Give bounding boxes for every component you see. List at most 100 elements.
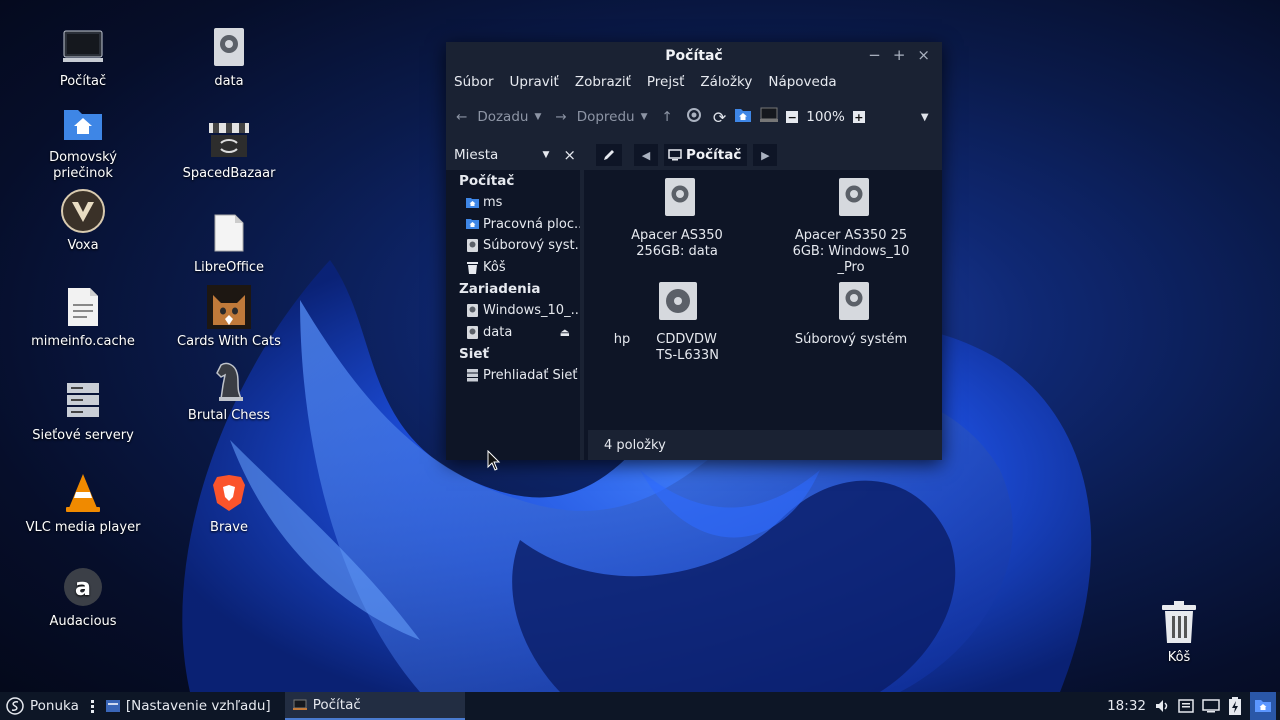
desktop-icon-label: Počítač <box>59 74 107 89</box>
notifications-icon[interactable] <box>1178 698 1194 714</box>
pencil-icon <box>604 150 614 160</box>
desktop-icon-mimeinfo[interactable]: mimeinfo.cache <box>13 284 153 350</box>
show-desktop-button[interactable] <box>1250 692 1276 720</box>
taskbar-task-computer[interactable]: Počítač <box>284 692 465 720</box>
settings-window-icon <box>105 700 120 712</box>
desktop-icon-brutal-chess[interactable]: Brutal Chess <box>159 358 299 424</box>
breadcrumb-computer[interactable]: Počítač <box>664 144 748 166</box>
zoom-out-button[interactable]: − <box>786 111 799 124</box>
eject-icon[interactable]: ⏏ <box>560 326 570 339</box>
file-item-filesystem[interactable]: Súborový systém <box>776 282 926 348</box>
sidebar-item-desktop[interactable]: Pracovná ploc... <box>446 214 580 236</box>
drive-icon <box>657 178 697 218</box>
desktop-icon-brave[interactable]: Brave <box>159 470 299 536</box>
svg-text:a: a <box>75 573 91 601</box>
sidebar-selector[interactable]: Miesta ▼ × <box>446 140 584 170</box>
trash-icon <box>466 261 479 274</box>
zoom-in-button[interactable]: + <box>852 111 865 124</box>
sidebar-item-label: Kôš <box>483 259 506 275</box>
chevron-down-icon[interactable]: ▼ <box>543 150 550 160</box>
sidebar-item-trash[interactable]: Kôš <box>446 257 580 279</box>
drive-icon <box>831 178 871 218</box>
desktop-icon-trash[interactable]: Kôš <box>1109 600 1249 666</box>
voxa-icon <box>60 188 106 234</box>
toolbar: ← Dozadu ▼ → Dopredu ▼ ↑ ⟳ − 100% + ▼ <box>446 94 942 140</box>
file-item-windows-drive[interactable]: Apacer AS350 256GB: Windows_10_Pro <box>776 178 926 276</box>
file-item-optical-drive[interactable]: hp CDDVDW TS-L633N <box>602 282 752 364</box>
path-scroll-left-button[interactable]: ◀ <box>634 144 658 166</box>
menu-help[interactable]: Nápoveda <box>768 74 836 90</box>
status-text: 4 položky <box>604 437 666 453</box>
menu-view[interactable]: Zobraziť <box>575 74 631 90</box>
taskbar-task-appearance-settings[interactable]: [Nastavenie vzhľadu] <box>98 692 279 720</box>
toolbar-menu-button[interactable]: ▼ <box>921 112 929 123</box>
computer-icon <box>60 24 106 70</box>
desktop-icon-libreoffice[interactable]: LibreOffice <box>159 210 299 276</box>
back-button[interactable]: ← Dozadu ▼ <box>456 109 541 125</box>
drive-icon <box>466 325 479 339</box>
start-menu-button[interactable]: Ponuka <box>0 692 87 720</box>
sidebar-item-filesystem[interactable]: Súborový syst... <box>446 235 580 257</box>
desktop-icon-label: Brave <box>210 520 248 535</box>
menu-file[interactable]: Súbor <box>454 74 494 90</box>
file-item-data-drive[interactable]: Apacer AS350 256GB: data <box>602 178 752 260</box>
desktop-icon-network-servers[interactable]: Sieťové servery <box>13 378 153 444</box>
desktop-icon-voxa[interactable]: Voxa <box>13 188 153 254</box>
menu-go[interactable]: Prejsť <box>647 74 685 90</box>
path-scroll-right-button[interactable]: ▶ <box>753 144 778 166</box>
titlebar[interactable]: Počítač − + × <box>446 42 942 70</box>
sidebar-item-browse-network[interactable]: Prehliadať Sieť <box>446 365 580 387</box>
minimize-button[interactable]: − <box>868 46 881 64</box>
network-servers-icon <box>60 378 106 424</box>
arrow-right-icon: → <box>555 109 567 125</box>
maximize-button[interactable]: + <box>893 46 906 64</box>
volume-icon[interactable] <box>1154 698 1170 714</box>
brave-icon <box>206 470 252 516</box>
sidebar-item-windows-drive[interactable]: Windows_10_... <box>446 300 580 322</box>
desktop-icon-spacedbazaar[interactable]: SpacedBazaar <box>159 116 299 182</box>
edit-path-button[interactable] <box>596 144 622 166</box>
desktop-icon-cards-with-cats[interactable]: Cards With Cats <box>159 284 299 350</box>
desktop-icon-computer[interactable]: Počítač <box>13 24 153 90</box>
home-folder-icon <box>735 109 752 122</box>
system-tray: 18:32 <box>1107 692 1280 720</box>
desktop-icon-home[interactable]: Domovský priečinok <box>13 100 153 182</box>
desktop-icon-vlc[interactable]: VLC media player <box>13 470 153 536</box>
drive-icon <box>466 239 479 253</box>
file-view: Apacer AS350 256GB: data Apacer AS350 25… <box>584 170 942 460</box>
reload-button[interactable]: ⟳ <box>713 108 726 127</box>
spacedbazaar-icon <box>206 116 252 162</box>
desktop-icon-audacious[interactable]: a Audacious <box>13 564 153 630</box>
home-folder-icon <box>466 196 479 209</box>
desktop-icon-label: LibreOffice <box>193 260 265 275</box>
chevron-down-icon: ▼ <box>534 112 542 122</box>
desktop-icon-label: mimeinfo.cache <box>31 334 135 349</box>
forward-button[interactable]: → Dopredu ▼ <box>555 109 647 125</box>
desktop-icon-label: Audacious <box>49 614 117 629</box>
sidebar-item-label: Prehliadať Sieť <box>483 368 578 384</box>
sidebar-section-computer: Počítač <box>459 173 515 189</box>
back-label: Dozadu <box>477 109 529 125</box>
file-item-label: CDDVDW TS-L633N <box>656 332 719 363</box>
audacious-icon: a <box>60 564 106 610</box>
desktop-icon-label: Voxa <box>67 238 99 253</box>
menu-edit[interactable]: Upraviť <box>510 74 559 90</box>
battery-charging-icon[interactable] <box>1228 696 1242 716</box>
computer-button[interactable] <box>760 107 779 127</box>
menu-bookmarks[interactable]: Záložky <box>700 74 752 90</box>
arrow-left-icon: ← <box>456 109 468 125</box>
home-button[interactable] <box>734 107 752 127</box>
desktop-icon-data[interactable]: data <box>159 24 299 90</box>
sidebar-item-data-drive[interactable]: data ⏏ <box>446 322 580 344</box>
sidebar-title: Miesta <box>454 147 499 163</box>
display-icon[interactable] <box>1202 698 1220 714</box>
mouse-cursor-icon <box>487 450 501 471</box>
clock[interactable]: 18:32 <box>1107 698 1146 714</box>
close-sidebar-icon[interactable]: × <box>563 146 576 164</box>
close-button[interactable]: × <box>917 46 930 64</box>
up-button[interactable]: ↑ <box>662 109 673 125</box>
desktop-icon-label: Kôš <box>1167 650 1191 665</box>
sidebar-item-home[interactable]: ms <box>446 192 580 214</box>
computer-location-button[interactable] <box>686 108 701 126</box>
desktop-icon-label: Cards With Cats <box>177 334 281 349</box>
